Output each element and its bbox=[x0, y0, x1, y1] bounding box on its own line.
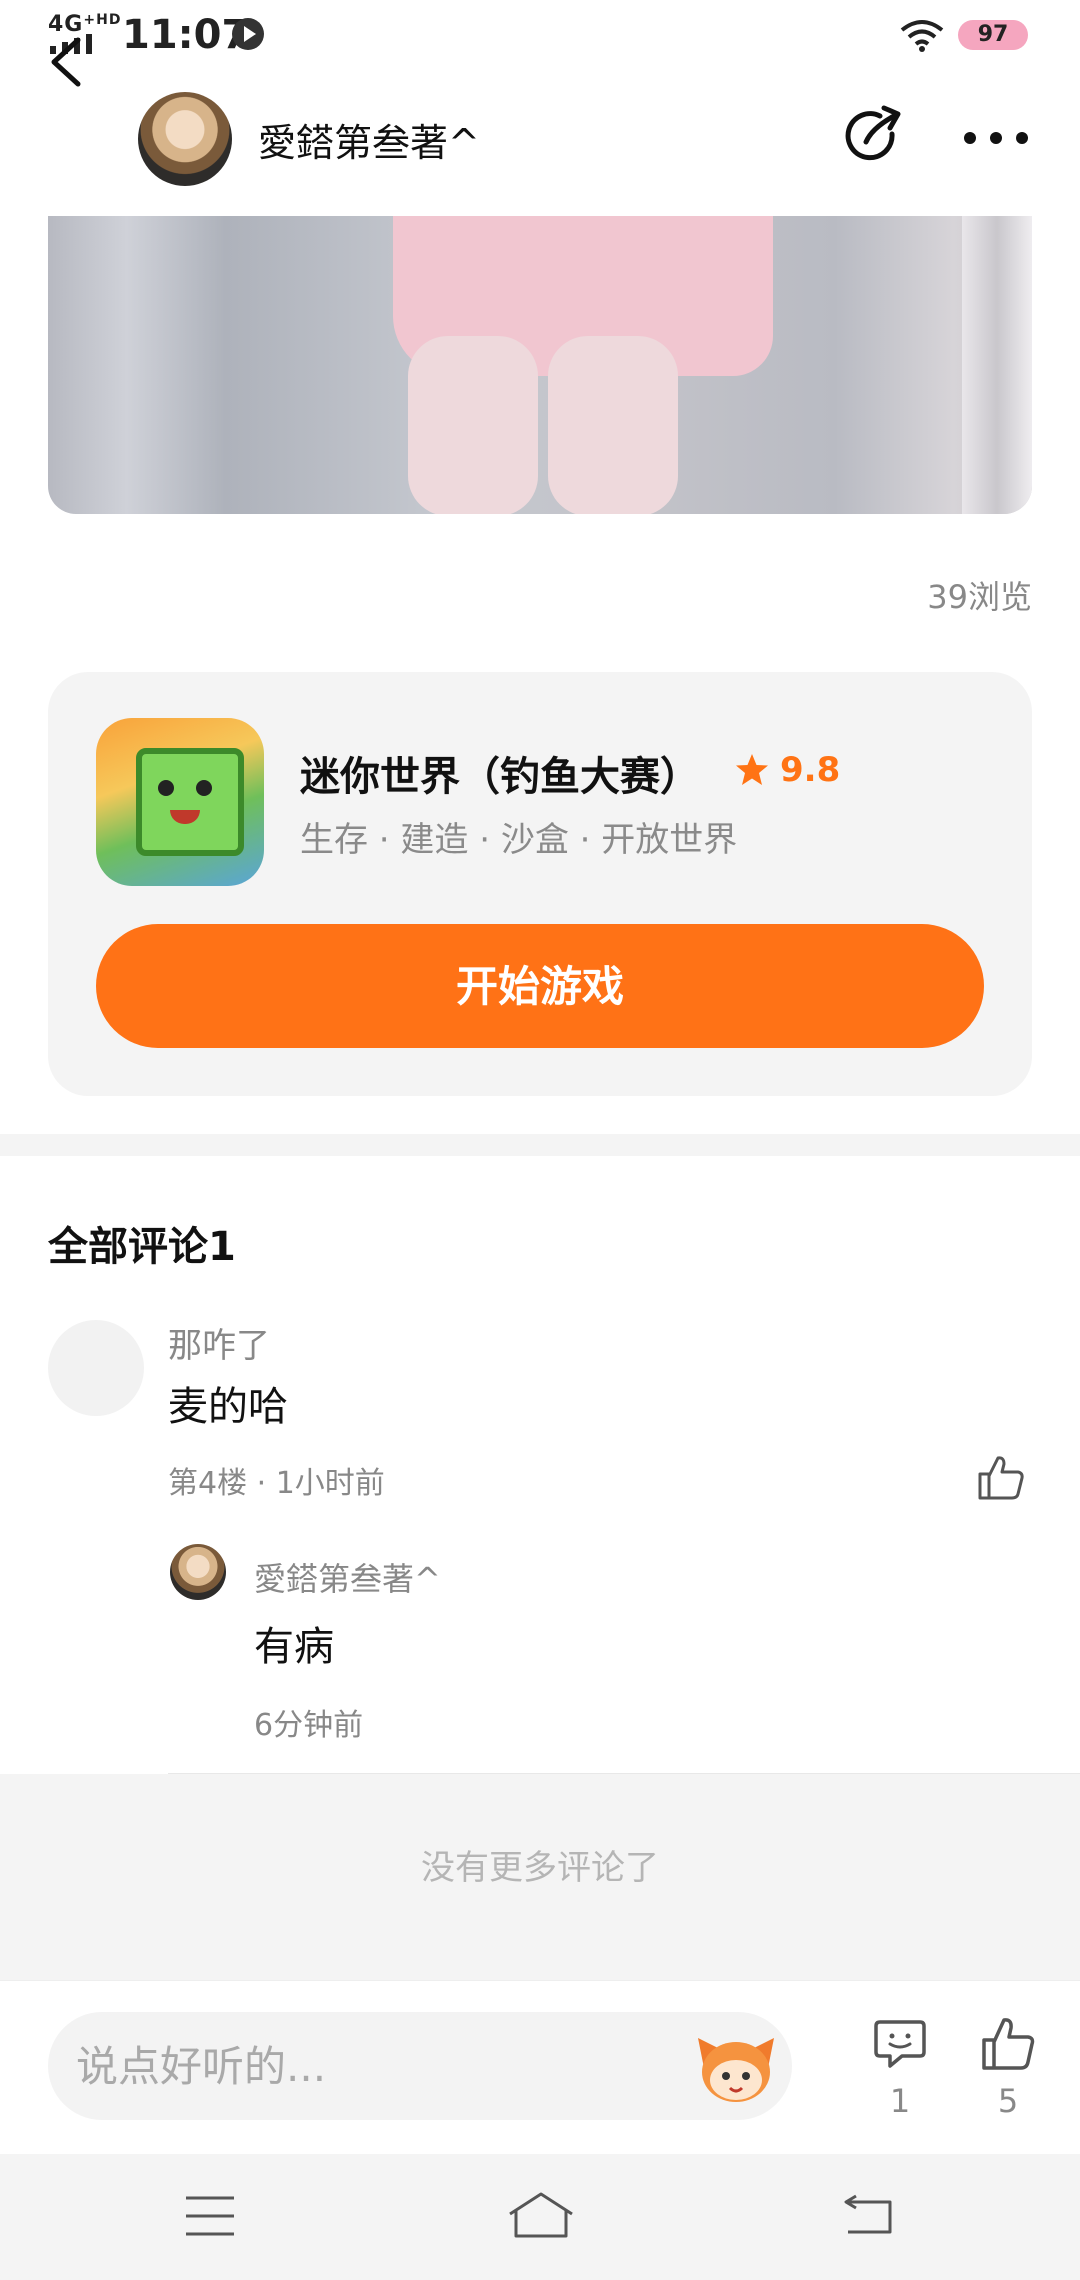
game-title[interactable]: 迷你世界（钓鱼大赛） bbox=[300, 744, 700, 802]
header-avatar[interactable] bbox=[138, 92, 232, 186]
game-tags: 生存 · 建造 · 沙盒 · 开放世界 bbox=[300, 820, 738, 860]
comment-author[interactable]: 那咋了 bbox=[168, 1318, 270, 1367]
game-icon-eye bbox=[196, 780, 212, 796]
home-icon[interactable] bbox=[506, 2190, 576, 2240]
reply-author[interactable]: 愛鎝第叁著^ bbox=[254, 1554, 441, 1600]
status-time: 11:07 bbox=[122, 12, 250, 58]
image-detail bbox=[548, 336, 678, 514]
section-divider bbox=[0, 1134, 1080, 1156]
share-icon[interactable] bbox=[844, 104, 908, 168]
network-sup: +HD bbox=[83, 12, 122, 28]
reply-time: 6分钟前 bbox=[254, 1708, 364, 1743]
start-game-button[interactable]: 开始游戏 bbox=[96, 924, 984, 1048]
comment-icon[interactable] bbox=[872, 2016, 928, 2072]
comment-text[interactable]: 麦的哈 bbox=[168, 1374, 288, 1432]
wifi-icon bbox=[900, 20, 944, 52]
post-image[interactable] bbox=[48, 216, 1032, 514]
menu-icon[interactable] bbox=[184, 2194, 236, 2238]
comment-meta: 第4楼 · 1小时前 bbox=[168, 1466, 385, 1501]
image-detail bbox=[962, 216, 1032, 514]
comment-count: 1 bbox=[889, 2082, 911, 2120]
screen-record-icon bbox=[232, 18, 264, 50]
comment-avatar[interactable] bbox=[48, 1320, 144, 1416]
game-rating: 9.8 bbox=[780, 750, 841, 790]
game-icon-character bbox=[136, 748, 244, 856]
game-icon-eye bbox=[158, 780, 174, 796]
back-icon[interactable] bbox=[42, 34, 90, 90]
comment-input[interactable] bbox=[48, 2012, 792, 2120]
like-count: 5 bbox=[997, 2082, 1019, 2120]
reply-text[interactable]: 有病 bbox=[254, 1614, 334, 1672]
more-icon[interactable] bbox=[962, 120, 1030, 156]
image-detail bbox=[408, 336, 538, 514]
battery-indicator: 97 bbox=[958, 20, 1028, 50]
no-more-comments-text: 没有更多评论了 bbox=[421, 1848, 659, 1888]
thumbs-up-icon[interactable] bbox=[976, 1454, 1026, 1502]
view-count: 39浏览 bbox=[927, 578, 1032, 616]
header-username[interactable]: 愛鎝第叁著^ bbox=[258, 112, 480, 167]
mascot-icon[interactable] bbox=[694, 2028, 778, 2104]
nav-back-icon[interactable] bbox=[842, 2190, 894, 2236]
thumbs-up-icon[interactable] bbox=[980, 2016, 1036, 2072]
game-app-icon[interactable] bbox=[96, 718, 264, 886]
star-icon bbox=[736, 754, 768, 785]
comments-title: 全部评论1 bbox=[48, 1224, 236, 1270]
reply-avatar[interactable] bbox=[170, 1544, 226, 1600]
